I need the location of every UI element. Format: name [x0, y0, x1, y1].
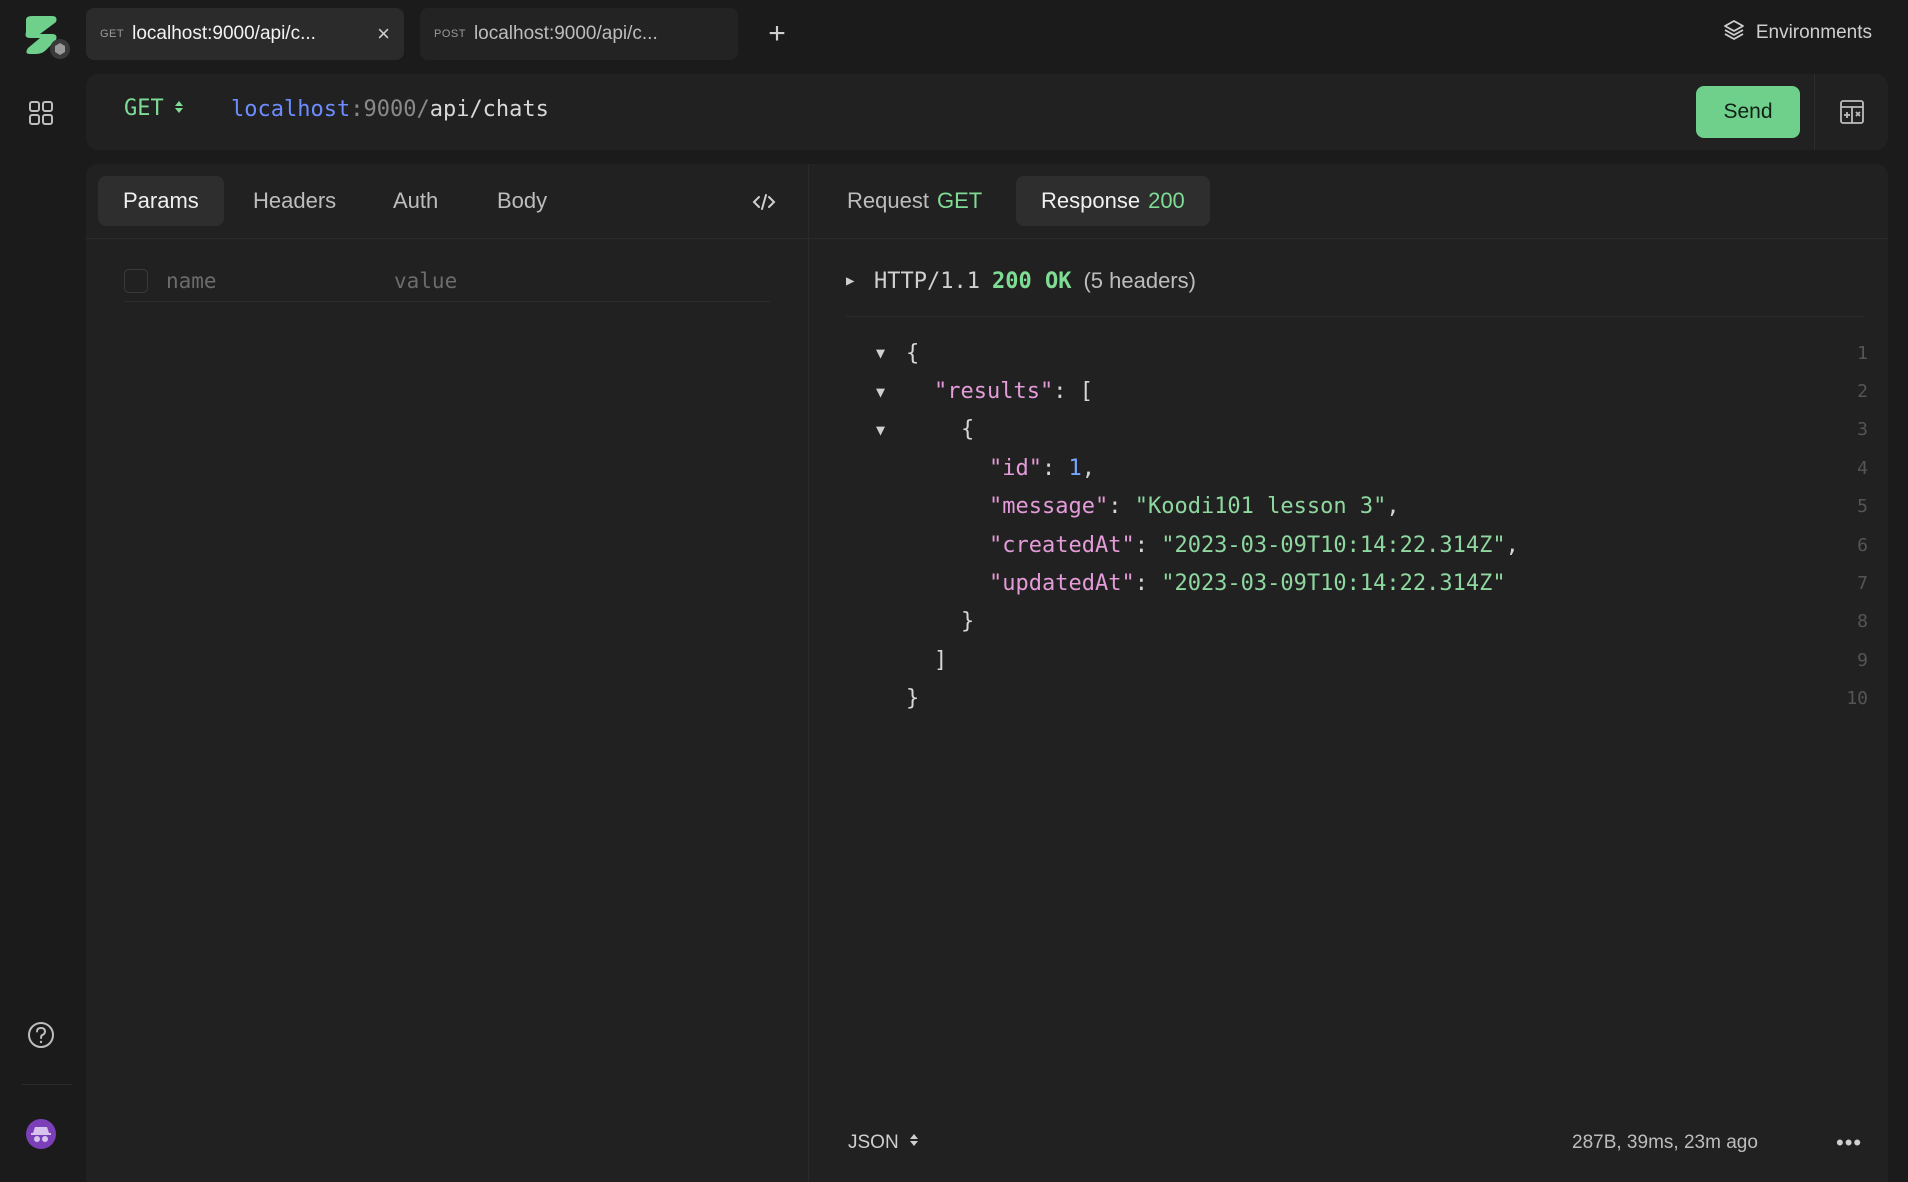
- param-row: name value: [124, 260, 770, 302]
- tab-title: localhost:9000/api/c...: [132, 23, 316, 44]
- param-value-input[interactable]: value: [394, 269, 457, 293]
- method-value: GET: [124, 96, 164, 121]
- send-button[interactable]: Send: [1696, 86, 1800, 138]
- json-string: "2023-03-09T10:14:22.314Z": [1161, 571, 1506, 597]
- help-circle-icon[interactable]: [24, 1018, 58, 1052]
- chevron-updown-icon: [174, 96, 184, 121]
- line-number: 10: [1846, 688, 1868, 710]
- json-string: "2023-03-09T10:14:22.314Z": [1161, 532, 1506, 558]
- divider: [1814, 74, 1815, 150]
- environments-button[interactable]: Environments: [1722, 18, 1872, 48]
- tab-headers[interactable]: Headers: [228, 176, 361, 226]
- environments-label: Environments: [1755, 22, 1872, 43]
- json-key: "createdAt": [989, 532, 1135, 558]
- divider: [86, 238, 1888, 239]
- fold-toggle[interactable]: ▼: [876, 383, 894, 401]
- code-line: ▼ { 1: [876, 340, 1868, 366]
- code-line: ] 9: [934, 647, 1868, 673]
- tab-response-label: Response: [1041, 188, 1141, 213]
- tab-method: POST: [434, 28, 466, 40]
- tab-body[interactable]: Body: [472, 176, 572, 226]
- line-number: 8: [1857, 611, 1868, 633]
- app-logo[interactable]: [22, 14, 72, 60]
- tab-auth[interactable]: Auth: [368, 176, 463, 226]
- url-path: api/chats: [429, 97, 549, 122]
- line-number: 6: [1857, 534, 1868, 556]
- http-status: 200 OK: [991, 268, 1072, 294]
- code-line: "id": 1, 4: [989, 455, 1868, 481]
- expand-triangle-icon: ▶: [846, 273, 855, 289]
- tab-request[interactable]: Request GET: [822, 176, 1007, 226]
- rail-divider: [22, 1084, 72, 1085]
- divider: [846, 316, 1864, 317]
- url-port: :9000/: [350, 97, 430, 122]
- tab-response[interactable]: Response 200: [1016, 176, 1210, 226]
- json-key: "id": [989, 455, 1042, 481]
- code-line: } 8: [961, 609, 1868, 635]
- code-line: ▼ { 3: [876, 417, 1868, 443]
- line-number: 4: [1857, 457, 1868, 479]
- pane-splitter[interactable]: [808, 164, 809, 1182]
- tab-method: GET: [100, 28, 125, 40]
- url-input[interactable]: localhost:9000/api/chats: [231, 97, 549, 122]
- http-version: HTTP/1.1: [874, 268, 980, 294]
- json-key: "results": [934, 379, 1054, 405]
- chevron-updown-icon: [909, 1132, 919, 1154]
- grid-icon[interactable]: [24, 96, 58, 130]
- tab-response-status: 200: [1148, 188, 1185, 213]
- param-checkbox[interactable]: [124, 268, 148, 293]
- line-number: 3: [1857, 419, 1868, 441]
- fold-toggle[interactable]: ▼: [876, 421, 894, 439]
- tab-title: localhost:9000/api/c...: [473, 23, 658, 44]
- response-headers-toggle[interactable]: ▶ HTTP/1.1 200 OK (5 headers): [846, 268, 1196, 294]
- new-tab-button[interactable]: +: [762, 14, 792, 54]
- tab-params[interactable]: Params: [98, 176, 224, 226]
- json-viewer: ▼ { 1 ▼ "results": [ 2 ▼ { 3 "id": 1, 4 …: [876, 334, 1868, 718]
- tab-request-label: Request: [847, 188, 929, 213]
- json-string: "Koodi101 lesson 3": [1134, 494, 1387, 520]
- line-number: 2: [1857, 381, 1868, 403]
- json-key: "updatedAt": [989, 571, 1135, 597]
- close-icon[interactable]: ×: [377, 21, 390, 47]
- url-host: localhost: [231, 97, 351, 122]
- response-meta: 287B, 39ms, 23m ago: [1572, 1132, 1758, 1153]
- code-icon[interactable]: [750, 188, 778, 216]
- format-value: JSON: [848, 1132, 899, 1153]
- code-line: "message": "Koodi101 lesson 3", 5: [989, 494, 1868, 520]
- code-line: } 10: [906, 686, 1868, 712]
- layout-toggle-icon[interactable]: [1834, 94, 1870, 130]
- line-number: 5: [1857, 496, 1868, 518]
- url-bar: GET localhost:9000/api/chats Send: [86, 74, 1888, 150]
- tab-request-method: GET: [936, 188, 983, 213]
- sidebar-rail: [0, 0, 84, 1182]
- request-tab-active[interactable]: GET localhost:9000/api/c... ×: [86, 8, 404, 60]
- line-number: 9: [1857, 649, 1868, 671]
- line-number: 7: [1857, 573, 1868, 595]
- headers-count: (5 headers): [1083, 268, 1196, 293]
- layers-icon: [1722, 18, 1746, 48]
- method-select[interactable]: GET: [124, 96, 184, 121]
- more-options-button[interactable]: •••: [1836, 1130, 1862, 1156]
- line-number: 1: [1857, 342, 1868, 364]
- fold-toggle[interactable]: ▼: [876, 344, 894, 362]
- json-number: 1: [1068, 455, 1082, 481]
- format-select[interactable]: JSON: [848, 1132, 919, 1154]
- code-line: "updatedAt": "2023-03-09T10:14:22.314Z" …: [989, 571, 1868, 597]
- request-tab[interactable]: POST localhost:9000/api/c...: [420, 8, 738, 60]
- code-line: "createdAt": "2023-03-09T10:14:22.314Z",…: [989, 532, 1868, 558]
- code-line: ▼ "results": [ 2: [876, 379, 1868, 405]
- param-name-input[interactable]: name: [166, 269, 394, 293]
- json-key: "message": [989, 494, 1109, 520]
- incognito-avatar-icon[interactable]: [24, 1117, 58, 1151]
